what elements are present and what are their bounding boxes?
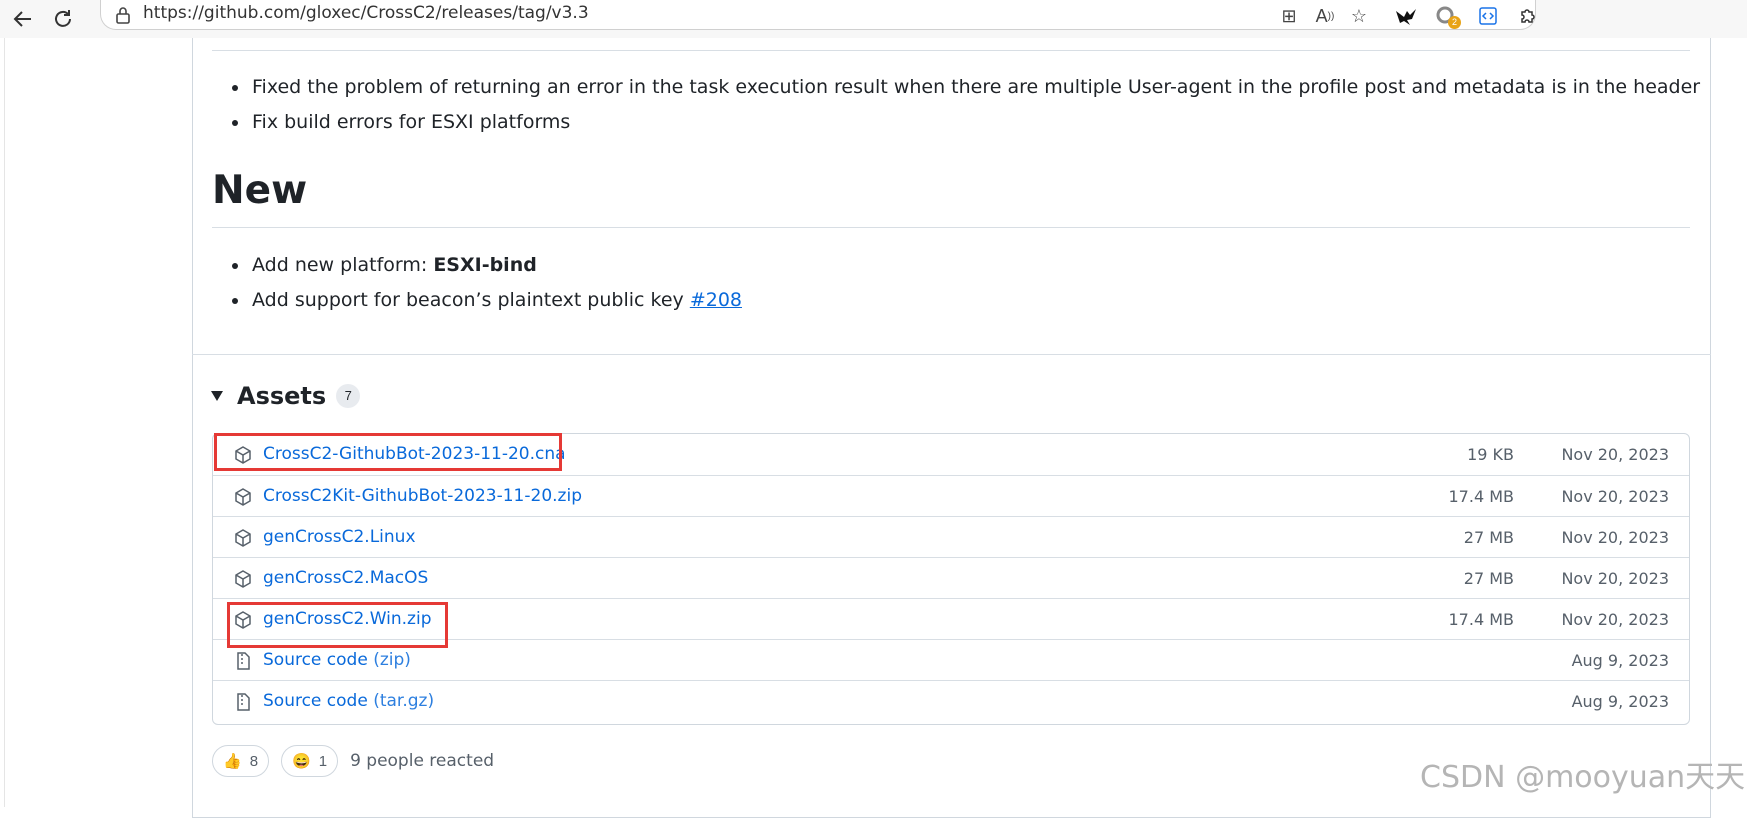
asset-link[interactable]: genCrossC2.Linux bbox=[263, 527, 416, 547]
list-item: Add new platform: ESXI-bind bbox=[232, 248, 742, 283]
asset-row: CrossC2Kit-GithubBot-2023-11-20.zip 17.4… bbox=[213, 475, 1689, 516]
asset-link[interactable]: Source code (tar.gz) bbox=[263, 691, 434, 711]
source-code-ext: (tar.gz) bbox=[373, 691, 435, 711]
extension-badge-count: 2 bbox=[1448, 16, 1461, 29]
asset-date: Nov 20, 2023 bbox=[1561, 610, 1669, 629]
read-aloud-icon[interactable]: A)) bbox=[1313, 4, 1337, 28]
platform-name: ESXI-bind bbox=[433, 254, 537, 276]
extension-badge-icon[interactable]: 2 bbox=[1434, 4, 1461, 29]
assets-table: CrossC2-GithubBot-2023-11-20.cna 19 KB N… bbox=[212, 433, 1690, 725]
assets-count-badge: 7 bbox=[336, 384, 361, 408]
source-code-label: Source code bbox=[263, 691, 368, 711]
source-code-label: Source code bbox=[263, 650, 368, 670]
asset-link[interactable]: genCrossC2.MacOS bbox=[263, 568, 428, 588]
address-bar[interactable]: https://github.com/gloxec/CrossC2/releas… bbox=[100, 0, 1536, 30]
asset-date: Nov 20, 2023 bbox=[1561, 528, 1669, 547]
asset-row: Source code (tar.gz) Aug 9, 2023 bbox=[213, 680, 1689, 721]
assets-title: Assets bbox=[237, 382, 327, 410]
asset-size: 17.4 MB bbox=[1448, 610, 1515, 629]
source-code-ext: (zip) bbox=[373, 650, 411, 670]
file-zip-icon bbox=[237, 652, 250, 670]
list-item: Add support for beacon’s plaintext publi… bbox=[232, 283, 742, 318]
reactions-summary: 9 people reacted bbox=[350, 751, 495, 771]
thumbs-up-reaction[interactable]: 👍 8 bbox=[212, 745, 270, 777]
fixes-list: Fixed the problem of returning an error … bbox=[232, 70, 1700, 140]
refresh-button[interactable] bbox=[50, 6, 76, 32]
list-item-text: Add new platform: bbox=[252, 254, 434, 276]
highlight-box bbox=[227, 602, 448, 648]
bird-extension-icon[interactable] bbox=[1394, 4, 1418, 28]
back-arrow-icon bbox=[13, 11, 31, 27]
asset-row: genCrossC2.MacOS 27 MB Nov 20, 2023 bbox=[213, 557, 1689, 598]
watermark: CSDN @mooyuan天天 bbox=[1420, 760, 1746, 795]
package-icon bbox=[235, 529, 251, 547]
caret-down-icon[interactable] bbox=[211, 391, 223, 401]
url-text: https://github.com/gloxec/CrossC2/releas… bbox=[143, 3, 589, 23]
code-extension-icon[interactable] bbox=[1476, 4, 1500, 28]
thumbs-up-icon: 👍 bbox=[223, 753, 242, 770]
app-view-icon[interactable]: ⊞ bbox=[1277, 4, 1301, 28]
laugh-reaction[interactable]: 😄 1 bbox=[281, 745, 339, 777]
back-button[interactable] bbox=[10, 6, 36, 32]
asset-date: Aug 9, 2023 bbox=[1571, 651, 1669, 670]
issue-link[interactable]: #208 bbox=[690, 289, 742, 311]
package-icon bbox=[235, 570, 251, 588]
highlight-box bbox=[214, 433, 562, 471]
heading-divider bbox=[212, 227, 1690, 228]
new-list: Add new platform: ESXI-bind Add support … bbox=[232, 248, 742, 318]
asset-link[interactable]: Source code (zip) bbox=[263, 650, 411, 670]
refresh-icon bbox=[55, 10, 71, 27]
package-icon bbox=[235, 488, 251, 506]
favorite-star-icon[interactable]: ☆ bbox=[1347, 4, 1371, 28]
browser-toolbar: https://github.com/gloxec/CrossC2/releas… bbox=[0, 0, 1747, 39]
laugh-icon: 😄 bbox=[292, 753, 311, 770]
asset-date: Nov 20, 2023 bbox=[1561, 487, 1669, 506]
asset-date: Nov 20, 2023 bbox=[1561, 569, 1669, 588]
left-edge-line bbox=[4, 38, 5, 807]
section-divider bbox=[212, 50, 1690, 51]
reaction-count: 8 bbox=[249, 752, 259, 770]
list-item: Fixed the problem of returning an error … bbox=[232, 70, 1700, 105]
asset-size: 17.4 MB bbox=[1448, 487, 1515, 506]
asset-date: Nov 20, 2023 bbox=[1561, 445, 1669, 464]
asset-date: Aug 9, 2023 bbox=[1571, 692, 1669, 711]
section-heading-new: New bbox=[212, 168, 308, 213]
reaction-count: 1 bbox=[318, 752, 328, 770]
asset-size: 27 MB bbox=[1463, 569, 1514, 588]
extensions-puzzle-icon[interactable] bbox=[1516, 4, 1540, 28]
asset-size: 19 KB bbox=[1467, 445, 1514, 464]
list-item-text: Add support for beacon’s plaintext publi… bbox=[252, 289, 690, 311]
asset-row: genCrossC2.Linux 27 MB Nov 20, 2023 bbox=[213, 516, 1689, 557]
asset-size: 27 MB bbox=[1463, 528, 1514, 547]
reactions-bar: 👍 8 😄 1 9 people reacted bbox=[212, 744, 494, 778]
assets-header[interactable]: Assets 7 bbox=[211, 378, 361, 414]
list-item: Fix build errors for ESXI platforms bbox=[232, 105, 1700, 140]
file-zip-icon bbox=[237, 693, 250, 711]
asset-link[interactable]: CrossC2Kit-GithubBot-2023-11-20.zip bbox=[263, 486, 582, 506]
assets-divider bbox=[192, 354, 1711, 355]
lock-icon bbox=[116, 7, 130, 24]
